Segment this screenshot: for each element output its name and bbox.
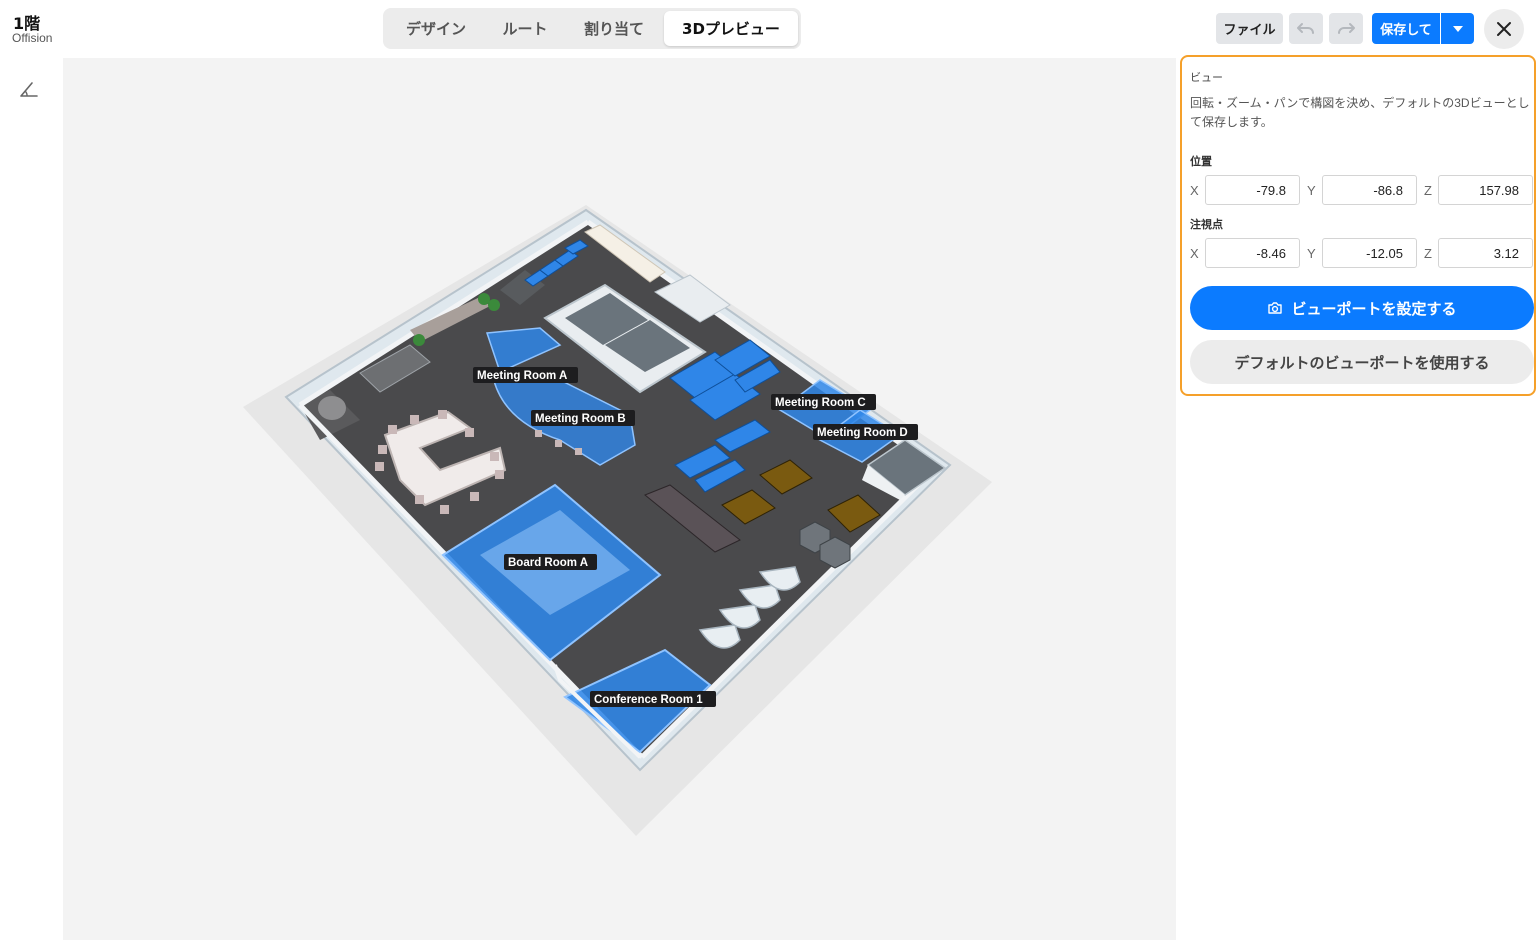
target-z-label: Z [1424,246,1432,261]
room-label-text: Meeting Room A [477,370,567,382]
use-default-viewport-button[interactable]: デフォルトのビューポートを使用する [1190,340,1534,384]
floor-subtitle: Offision [12,31,53,45]
tab-3d-preview[interactable]: 3Dプレビュー [664,11,798,46]
save-button[interactable]: 保存して [1372,13,1440,44]
tab-assignment[interactable]: 割り当て [564,11,664,46]
target-y-input[interactable]: -12.05 [1322,238,1417,268]
save-options-button[interactable] [1441,13,1474,44]
target-x-label: X [1190,246,1199,261]
angle-tool[interactable] [18,78,40,100]
target-label: 注視点 [1190,218,1223,231]
tab-design[interactable]: デザイン [386,11,486,46]
room-label-text: Conference Room 1 [594,694,703,706]
room-label-text: Meeting Room C [775,397,866,409]
position-label: 位置 [1190,155,1212,168]
redo-icon [1338,22,1355,34]
undo-button[interactable] [1289,13,1323,44]
room-label-text: Board Room A [508,557,588,569]
room-label-meeting-room-a: Meeting Room A [473,367,578,383]
view-settings-panel: ビュー 回転・ズーム・パンで構図を決め、デフォルトの3Dビューとして保存します。… [1180,55,1536,396]
room-label-conference-room-1: Conference Room 1 [590,691,716,707]
room-label-meeting-room-d: Meeting Room D [813,424,918,440]
room-label-text: Meeting Room B [535,413,626,425]
target-z-input[interactable]: 3.12 [1438,238,1533,268]
panel-title: ビュー [1190,72,1223,84]
room-label-board-room-a: Board Room A [504,554,597,570]
room-label-meeting-room-b: Meeting Room B [531,410,635,426]
room-label-meeting-room-c: Meeting Room C [771,394,876,410]
position-x-input[interactable]: -79.8 [1205,175,1300,205]
caret-down-icon [1452,25,1463,32]
position-z-label: Z [1424,183,1432,198]
3d-viewport[interactable]: Meeting Room A Meeting Room B Meeting Ro… [63,58,1176,940]
target-x-input[interactable]: -8.46 [1205,238,1300,268]
position-x-label: X [1190,183,1199,198]
target-y-label: Y [1307,246,1316,261]
floorplan-3d-render: Meeting Room A Meeting Room B Meeting Ro… [243,205,992,836]
redo-button[interactable] [1329,13,1363,44]
position-y-label: Y [1307,183,1316,198]
file-button[interactable]: ファイル [1216,13,1283,44]
undo-icon [1297,22,1314,34]
close-icon [1497,22,1511,36]
room-label-text: Meeting Room D [817,427,908,439]
position-z-input[interactable]: 157.98 [1438,175,1533,205]
set-viewport-label: ビューポートを設定する [1291,299,1457,318]
view-mode-tabs: デザイン ルート 割り当て 3Dプレビュー [383,8,801,49]
angle-icon [20,82,38,97]
set-viewport-button[interactable]: ビューポートを設定する [1190,286,1534,330]
close-button[interactable] [1484,9,1524,49]
panel-description: 回転・ズーム・パンで構図を決め、デフォルトの3Dビューとして保存します。 [1190,96,1530,129]
position-y-input[interactable]: -86.8 [1322,175,1417,205]
tab-route[interactable]: ルート [486,11,564,46]
camera-icon [1268,302,1283,314]
